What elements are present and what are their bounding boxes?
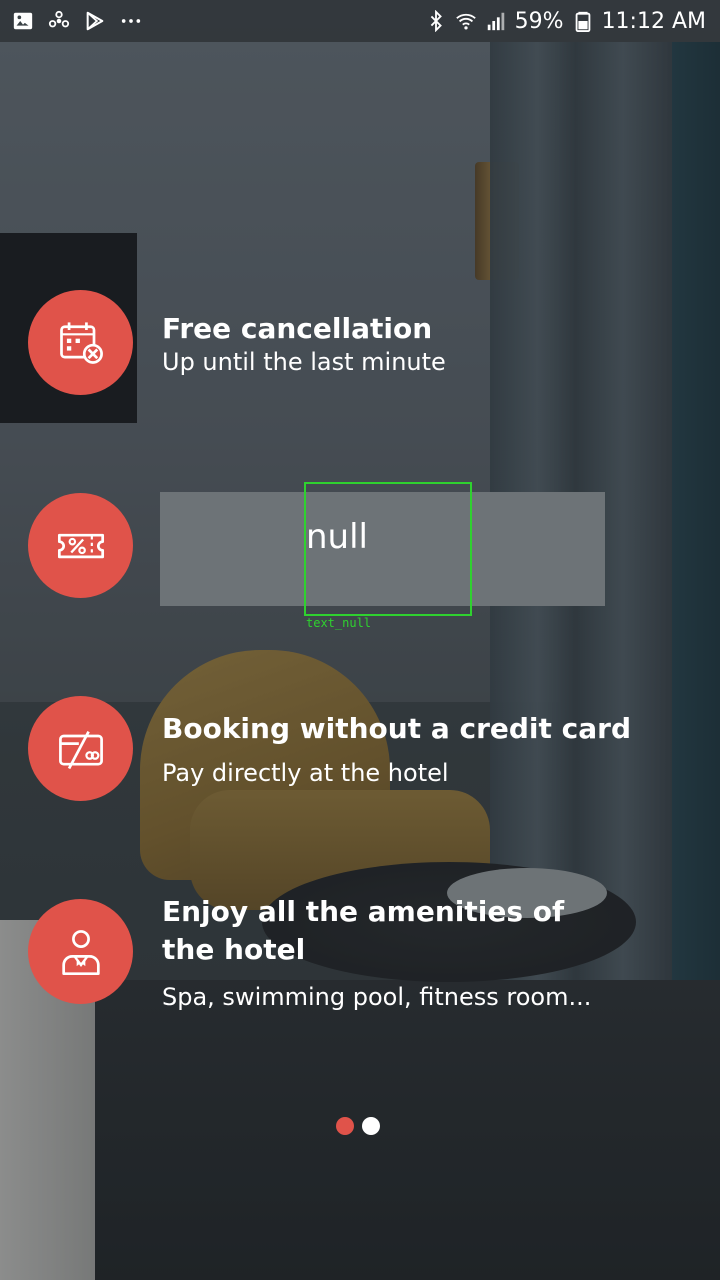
page-dot-2[interactable] <box>362 1117 380 1135</box>
feature-title: Booking without a credit card <box>162 712 631 745</box>
image-icon <box>13 12 33 30</box>
feature-amenities: Enjoy all the amenities of the hotel Spa… <box>28 895 708 1039</box>
discount-ticket-icon <box>57 533 104 558</box>
feature-free-cancellation: Free cancellation Up until the last minu… <box>28 290 708 396</box>
feature-subtitle: Pay directly at the hotel <box>162 759 449 787</box>
page-indicator <box>336 1117 380 1135</box>
feature-subtitle: Spa, swimming pool, fitness room... <box>162 983 592 1011</box>
feature-title-line1: Enjoy all the amenities of <box>162 895 565 928</box>
bluetooth-icon <box>430 10 442 32</box>
signal-icon <box>487 12 504 31</box>
no-credit-card-icon <box>58 730 103 769</box>
feature-title: Free cancellation <box>162 312 433 345</box>
feature-badge <box>28 493 133 598</box>
status-left-icons <box>0 10 142 32</box>
feature-subtitle: Up until the last minute <box>162 348 446 376</box>
status-bar: 59% 11:12 AM <box>0 0 720 42</box>
clock: 11:12 AM <box>601 8 706 34</box>
fan-icon <box>48 10 70 28</box>
background-photo <box>0 0 720 1280</box>
feature-badge <box>28 290 133 395</box>
feature-title-line2: the hotel <box>162 933 306 966</box>
battery-icon <box>575 11 590 32</box>
feature-badge <box>28 696 133 801</box>
debug-label: text_null <box>306 616 372 630</box>
status-right: 59% 11:12 AM <box>425 9 720 34</box>
feature-badge <box>28 899 133 1004</box>
battery-percent: 59% <box>514 8 564 34</box>
debug-bounding-box <box>304 482 472 616</box>
page-dot-1[interactable] <box>336 1117 354 1135</box>
feature-no-credit-card: Booking without a credit card Pay direct… <box>28 696 708 802</box>
wifi-icon <box>455 13 476 30</box>
calendar-cancel-icon <box>59 321 103 364</box>
concierge-icon <box>61 929 100 975</box>
play-store-icon <box>86 11 104 31</box>
more-dots-icon <box>121 19 141 23</box>
